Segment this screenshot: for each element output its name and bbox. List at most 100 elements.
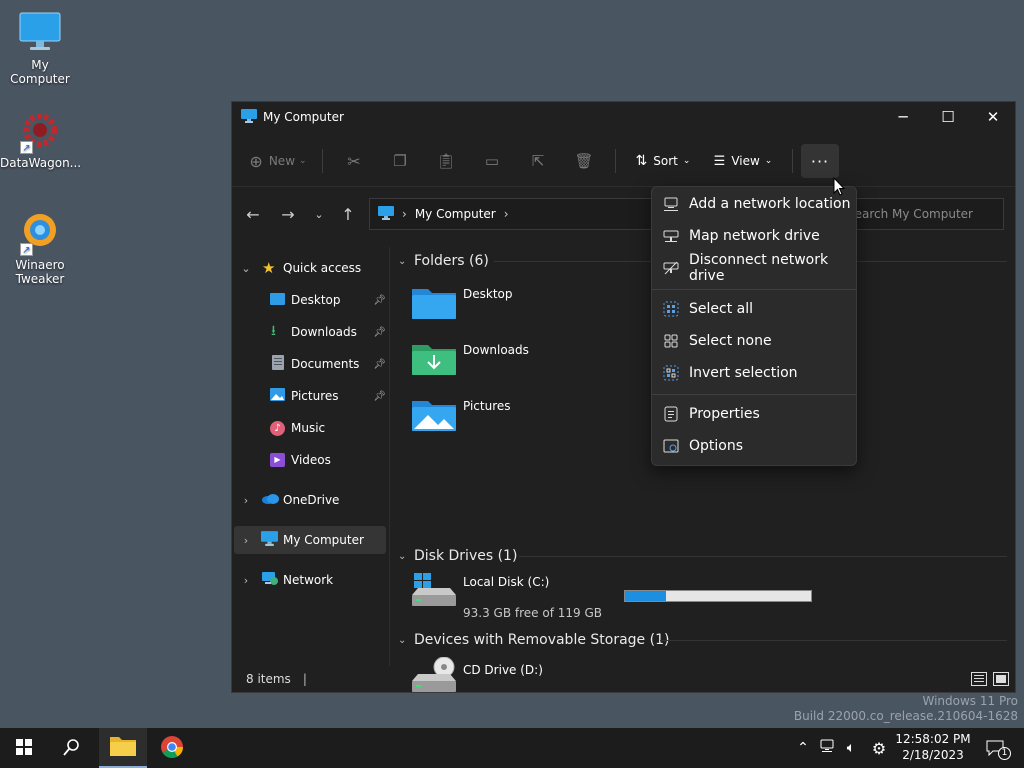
details-view-icon[interactable] [971, 672, 987, 686]
sort-icon: ⇅ [635, 153, 648, 169]
taskbar-file-explorer[interactable] [99, 728, 147, 768]
see-more-menu: Add a network location Map network drive… [651, 186, 857, 466]
folder-item-pictures[interactable]: Pictures [412, 395, 652, 435]
see-more-button[interactable]: ··· [801, 144, 839, 178]
arrow-right-icon: → [281, 204, 295, 224]
breadcrumb[interactable]: My Computer [415, 207, 496, 221]
new-button[interactable]: ⊕ New ⌄ [242, 144, 314, 178]
video-icon: ▶ [270, 453, 285, 467]
menu-item-map-network-drive[interactable]: Map network drive [652, 221, 856, 251]
trash-icon: 🗑︎ [574, 152, 594, 170]
pin-icon: 📌︎ [373, 294, 386, 306]
folder-icon [110, 735, 136, 760]
command-bar: ⊕ New ⌄ ✂ ❐ 📋︎ ▭ ⇱ 🗑︎ ⇅ Sort ⌄ ☰ View ⌄ … [242, 142, 1005, 180]
group-header-folders[interactable]: ⌄ Folders (6) [398, 251, 489, 271]
sidebar-item-my-computer[interactable]: › My Computer [234, 526, 386, 554]
toolbar-separator [792, 149, 793, 173]
desktop-folder-icon [270, 292, 285, 308]
chevron-down-icon: ⌄ [398, 550, 407, 562]
back-button[interactable]: ← [240, 198, 266, 230]
network-tray-button[interactable] [816, 728, 838, 768]
mouse-cursor-icon [833, 176, 846, 200]
sidebar-item-onedrive[interactable]: › OneDrive [232, 486, 386, 514]
menu-item-invert-selection[interactable]: Invert selection [652, 358, 856, 388]
sidebar-item-music[interactable]: ♪ Music [232, 414, 386, 442]
menu-item-select-none[interactable]: Select none [652, 326, 856, 356]
copy-button[interactable]: ❐ [377, 144, 423, 178]
sidebar-item-network[interactable]: › Network [232, 566, 386, 594]
desktop-folder-icon [412, 285, 456, 322]
rename-icon: ▭ [484, 152, 500, 170]
network-icon [819, 739, 835, 757]
scissors-icon: ✂ [347, 151, 361, 171]
menu-item-select-all[interactable]: Select all [652, 294, 856, 324]
maximize-button[interactable]: ☐ [925, 102, 971, 132]
sidebar-item-quick-access[interactable]: ⌄ ★ Quick access [232, 254, 386, 282]
delete-button[interactable]: 🗑︎ [561, 144, 607, 178]
notification-center-button[interactable]: 1 [978, 728, 1012, 768]
recent-locations-button[interactable]: ⌄ [306, 198, 332, 230]
forward-button[interactable]: → [275, 198, 301, 230]
settings-tray-button[interactable]: ⚙ [866, 728, 892, 768]
menu-item-add-network-location[interactable]: Add a network location [652, 189, 856, 219]
windows-drive-icon [412, 573, 456, 612]
pictures-folder-icon [412, 397, 456, 434]
speaker-icon: 🔈︎ [846, 740, 856, 756]
network-icon [261, 571, 279, 589]
share-button[interactable]: ⇱ [515, 144, 561, 178]
up-button[interactable]: ↑ [335, 198, 361, 230]
taskbar-chrome[interactable] [148, 728, 196, 768]
notification-icon: 1 [986, 740, 1011, 760]
clock[interactable]: 12:58:02 PM 2/18/2023 [890, 731, 976, 763]
chevron-down-icon: ⌄ [682, 156, 691, 166]
plus-circle-icon: ⊕ [249, 151, 263, 171]
download-folder-icon [412, 341, 456, 378]
tiles-view-icon[interactable] [993, 672, 1009, 686]
menu-separator [652, 289, 856, 290]
group-header-removable[interactable]: ⌄ Devices with Removable Storage (1) [398, 630, 669, 650]
select-none-icon [663, 333, 679, 349]
menu-item-options[interactable]: Options [652, 431, 856, 461]
start-button[interactable] [0, 728, 48, 768]
paste-button[interactable]: 📋︎ [423, 144, 469, 178]
divider [519, 556, 1007, 557]
sidebar-item-downloads[interactable]: ⭳ Downloads 📌︎ [232, 318, 386, 346]
chevron-right-icon: › [243, 573, 249, 587]
search-button[interactable] [48, 728, 96, 768]
folder-item-desktop[interactable]: Desktop [412, 283, 652, 323]
show-hidden-icons-button[interactable]: ⌃ [792, 728, 814, 768]
folder-item-downloads[interactable]: Downloads [412, 339, 652, 379]
desktop-icon-winaero-tweaker[interactable]: ↗ Winaero Tweaker [0, 210, 80, 286]
desktop-icon-datawagon[interactable]: ↗ DataWagon... [0, 108, 81, 170]
cut-button[interactable]: ✂ [331, 144, 377, 178]
invert-selection-icon [663, 365, 679, 381]
view-button[interactable]: ☰ View ⌄ [702, 144, 784, 178]
chevron-down-icon: ⌄ [398, 255, 407, 267]
picture-icon [270, 388, 285, 404]
minimize-button[interactable]: ─ [880, 102, 926, 132]
volume-tray-button[interactable]: 🔈︎ [840, 728, 862, 768]
windows-logo-icon [16, 738, 32, 758]
chevron-right-icon: › [243, 533, 249, 547]
sidebar-item-pictures[interactable]: Pictures 📌︎ [232, 382, 386, 410]
close-button[interactable]: ✕ [970, 102, 1016, 132]
desktop-icon-my-computer[interactable]: My Computer [0, 10, 80, 86]
copy-icon: ❐ [393, 152, 407, 170]
sidebar-item-desktop[interactable]: Desktop 📌︎ [232, 286, 386, 314]
sort-button[interactable]: ⇅ Sort ⌄ [624, 144, 702, 178]
status-divider: | [302, 672, 307, 686]
chevron-right-icon: › [503, 207, 509, 221]
navigation-row: ← → ⌄ ↑ › My Computer › Search My Comput… [232, 198, 1015, 230]
menu-item-disconnect-network-drive[interactable]: Disconnect network drive [652, 252, 856, 284]
search-input[interactable]: Search My Computer [832, 198, 1004, 230]
sidebar-item-videos[interactable]: ▶ Videos [232, 446, 386, 474]
divider [660, 640, 1007, 641]
sidebar-item-documents[interactable]: Documents 📌︎ [232, 350, 386, 378]
chevron-down-icon: ⌄ [314, 207, 324, 221]
rename-button[interactable]: ▭ [469, 144, 515, 178]
drive-free-space: 93.3 GB free of 119 GB [463, 606, 602, 620]
group-header-disk-drives[interactable]: ⌄ Disk Drives (1) [398, 546, 517, 566]
menu-item-properties[interactable]: Properties [652, 399, 856, 429]
chevron-right-icon: › [402, 207, 407, 221]
chevron-down-icon: ⌄ [398, 634, 407, 646]
